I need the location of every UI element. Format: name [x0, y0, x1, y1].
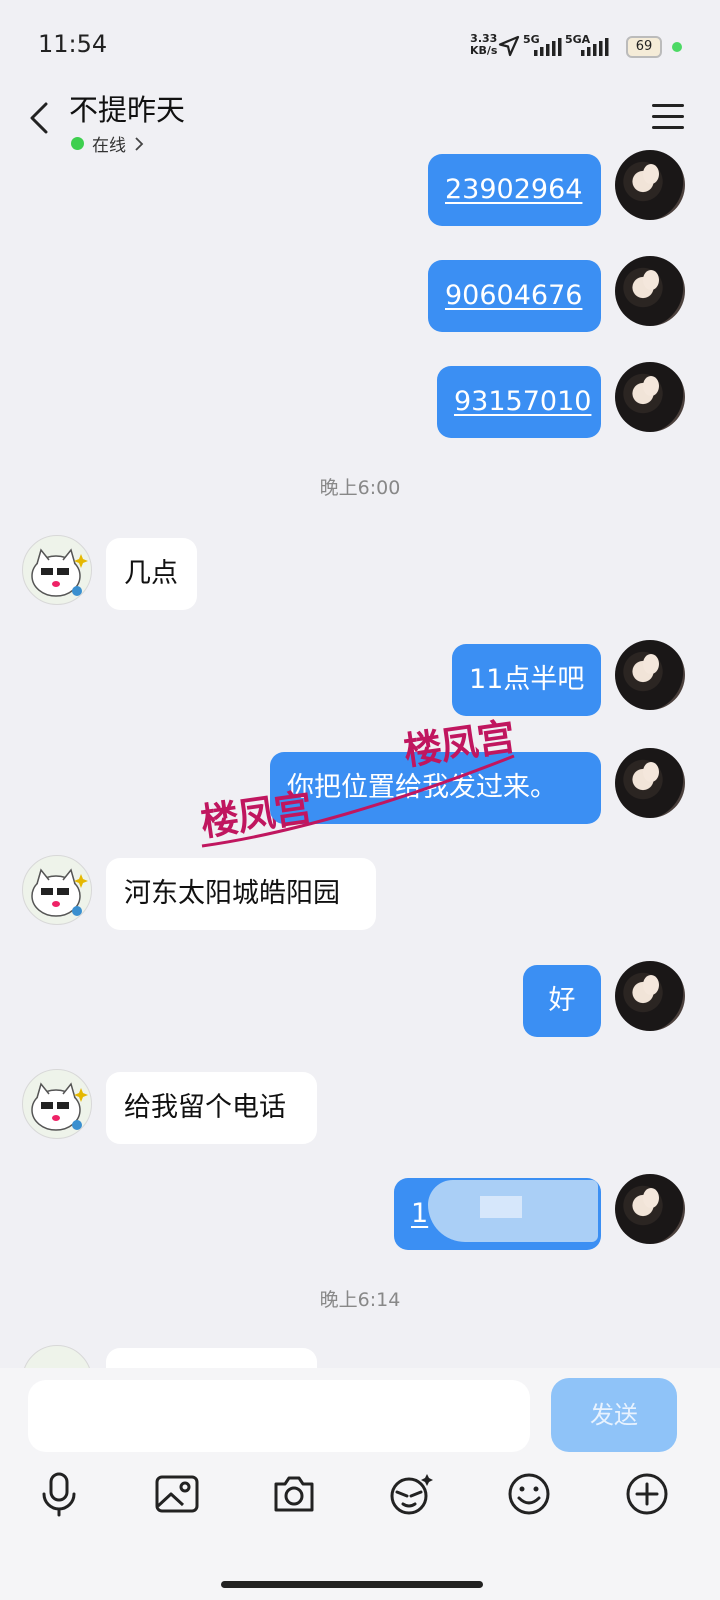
redaction-blur [480, 1196, 522, 1218]
menu-icon[interactable] [650, 100, 686, 134]
location-icon [498, 35, 520, 57]
camera-icon[interactable] [270, 1470, 318, 1518]
back-arrow-icon[interactable] [22, 98, 62, 138]
funny-face-icon[interactable] [387, 1470, 435, 1518]
status-time: 11:54 [38, 30, 108, 58]
my-avatar[interactable] [615, 640, 685, 710]
message-link-number[interactable]: 1 [411, 1198, 428, 1229]
my-avatar[interactable] [615, 362, 685, 432]
network-speed: 3.33 KB/s [470, 33, 497, 57]
image-icon[interactable] [153, 1470, 201, 1518]
online-dot-icon [71, 137, 84, 150]
microphone-icon[interactable] [35, 1470, 83, 1518]
message-bubble-outgoing[interactable]: 11点半吧 [452, 644, 601, 716]
message-bubble-incoming[interactable]: 河东太阳城皓阳园 [106, 858, 376, 930]
contact-avatar[interactable] [22, 1069, 92, 1139]
message-link-number[interactable]: 90604676 [445, 280, 582, 311]
message-bubble-outgoing[interactable]: 好 [523, 965, 601, 1037]
privacy-dot [672, 42, 682, 52]
contact-name[interactable]: 不提昨天 [69, 87, 185, 129]
message-link-number[interactable]: 93157010 [454, 386, 591, 417]
network-speed-unit: KB/s [470, 44, 498, 57]
online-status-label: 在线 [92, 136, 126, 156]
message-bubble-incoming[interactable]: 给我留个电话 [106, 1072, 317, 1144]
online-status[interactable]: 在线 [71, 131, 146, 156]
signal-icon-2 [581, 38, 609, 56]
message-bubble-outgoing[interactable]: 23902964 [428, 154, 601, 226]
status-bar [0, 0, 720, 90]
my-avatar[interactable] [615, 256, 685, 326]
my-avatar[interactable] [615, 748, 685, 818]
emoji-icon[interactable] [505, 1470, 553, 1518]
message-input[interactable] [28, 1380, 530, 1452]
my-avatar[interactable] [615, 150, 685, 220]
cat-sticker-icon [31, 1082, 88, 1131]
my-avatar[interactable] [615, 1174, 685, 1244]
home-indicator[interactable] [221, 1581, 483, 1588]
message-bubble-outgoing[interactable]: 93157010 [437, 366, 601, 438]
timestamp: 晚上6:14 [319, 1289, 401, 1311]
add-plus-icon[interactable] [623, 1470, 671, 1518]
timestamp: 晚上6:00 [319, 477, 401, 499]
signal-icon-1 [534, 38, 562, 56]
message-bubble-incoming[interactable]: 几点 [106, 538, 197, 610]
contact-avatar[interactable] [22, 855, 92, 925]
chevron-right-icon [135, 136, 144, 151]
message-link-number[interactable]: 23902964 [445, 174, 582, 205]
watermark-swoosh [201, 754, 515, 848]
cat-sticker-icon [31, 868, 88, 917]
cat-sticker-icon [31, 548, 88, 597]
my-avatar[interactable] [615, 961, 685, 1031]
send-button[interactable]: 发送 [551, 1378, 677, 1452]
contact-avatar[interactable] [22, 535, 92, 605]
battery-indicator: 69 [626, 36, 662, 58]
message-bubble-outgoing[interactable]: 90604676 [428, 260, 601, 332]
